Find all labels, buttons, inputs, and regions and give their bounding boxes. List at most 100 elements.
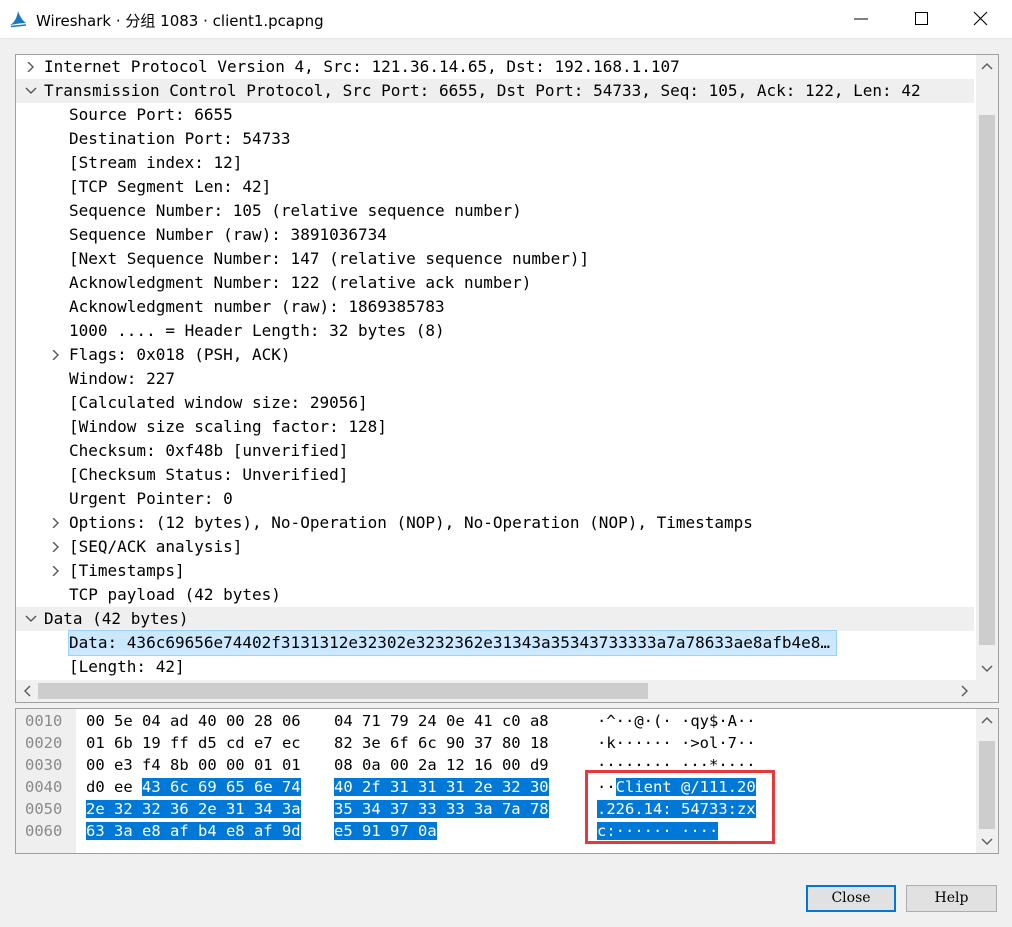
tree-row[interactable]: 1000 .... = Header Length: 32 bytes (8)	[16, 319, 974, 343]
tree-row-label: Acknowledgment Number: 122 (relative ack…	[69, 273, 532, 292]
tree-row[interactable]: [Timestamps]	[16, 559, 974, 583]
chevron-right-icon[interactable]	[49, 343, 63, 367]
tree-row-label: Window: 227	[69, 369, 175, 388]
hex-bytes-group-2[interactable]: 82 3e 6f 6c 90 37 80 18	[334, 732, 549, 754]
tree-row[interactable]: Transmission Control Protocol, Src Port:…	[16, 79, 974, 103]
packet-bytes-pane[interactable]: 0010 00 5e 04 ad 40 00 28 06 04 71 79 24 0…	[15, 708, 999, 854]
scroll-thumb[interactable]	[979, 115, 995, 645]
tree-row-label: Options: (12 bytes), No-Operation (NOP),…	[69, 513, 753, 532]
tree-row[interactable]: Flags: 0x018 (PSH, ACK)	[16, 343, 974, 367]
highlight-annotation-box	[585, 770, 775, 844]
chevron-down-icon[interactable]	[24, 607, 38, 631]
chevron-right-icon[interactable]	[24, 55, 38, 79]
tree-row-label: Data (42 bytes)	[44, 609, 189, 628]
tree-row-label: TCP payload (42 bytes)	[69, 585, 281, 604]
tree-row-label: [Checksum Status: Unverified]	[69, 465, 349, 484]
maximize-button[interactable]	[899, 0, 945, 38]
chevron-right-icon[interactable]	[49, 535, 63, 559]
tree-row[interactable]: [Length: 42]	[16, 655, 974, 679]
tree-row[interactable]: Acknowledgment number (raw): 1869385783	[16, 295, 974, 319]
tree-row[interactable]: Checksum: 0xf48b [unverified]	[16, 439, 974, 463]
wireshark-fin-icon	[8, 9, 28, 29]
byte-offset: 0040	[25, 778, 63, 796]
tree-row[interactable]: [SEQ/ACK analysis]	[16, 535, 974, 559]
maximize-icon	[915, 12, 928, 25]
minimize-icon	[854, 18, 868, 20]
hex-bytes-group-1[interactable]: 63 3a e8 af b4 e8 af 9d	[86, 820, 301, 842]
scroll-thumb[interactable]	[38, 683, 648, 699]
chevron-right-icon[interactable]	[49, 511, 63, 535]
scroll-right-arrow-icon	[961, 685, 969, 697]
tree-row-label: Source Port: 6655	[69, 105, 233, 124]
tree-row-label: Sequence Number: 105 (relative sequence …	[69, 201, 522, 220]
tree-row[interactable]: Window: 227	[16, 367, 974, 391]
tree-row-label: Urgent Pointer: 0	[69, 489, 233, 508]
chevron-right-icon[interactable]	[49, 559, 63, 583]
scroll-up-arrow-icon	[981, 62, 993, 70]
tree-row-label: [Timestamps]	[69, 561, 185, 580]
tree-row-label: 1000 .... = Header Length: 32 bytes (8)	[69, 321, 445, 340]
tree-row[interactable]: TCP payload (42 bytes)	[16, 583, 974, 607]
tree-row[interactable]: [Window size scaling factor: 128]	[16, 415, 974, 439]
bytes-vertical-scrollbar[interactable]	[976, 709, 998, 853]
tree-row[interactable]: [Stream index: 12]	[16, 151, 974, 175]
window-close-button[interactable]	[958, 0, 1004, 38]
hex-bytes-group-2[interactable]: 08 0a 00 2a 12 16 00 d9	[334, 754, 549, 776]
tree-row[interactable]: Destination Port: 54733	[16, 127, 974, 151]
tree-row[interactable]: [Calculated window size: 29056]	[16, 391, 974, 415]
title-bar: Wireshark · 分组 1083 · client1.pcapng	[0, 0, 1012, 39]
tree-row-label: Checksum: 0xf48b [unverified]	[69, 441, 349, 460]
tree-row[interactable]: [TCP Segment Len: 42]	[16, 175, 974, 199]
close-button[interactable]: Close	[806, 885, 896, 912]
tree-row[interactable]: Data (42 bytes)	[16, 607, 974, 631]
byte-offset: 0020	[25, 734, 63, 752]
hex-bytes-group-1[interactable]: d0 ee 43 6c 69 65 6e 74	[86, 776, 301, 798]
byte-offset: 0050	[25, 800, 63, 818]
scroll-left-arrow-icon	[23, 685, 31, 697]
hex-bytes-group-2[interactable]: e5 91 97 0a	[334, 820, 437, 842]
tree-vertical-scrollbar[interactable]	[976, 55, 998, 680]
tree-row[interactable]: [Next Sequence Number: 147 (relative seq…	[16, 247, 974, 271]
byte-offset: 0010	[25, 712, 63, 730]
tree-row-label: Flags: 0x018 (PSH, ACK)	[69, 345, 291, 364]
tree-row-label: [SEQ/ACK analysis]	[69, 537, 243, 556]
ascii-dump[interactable]: ·k······ ·>ol·7··	[597, 732, 756, 754]
tree-row[interactable]: Options: (12 bytes), No-Operation (NOP),…	[16, 511, 974, 535]
tree-row-label: Internet Protocol Version 4, Src: 121.36…	[44, 57, 680, 76]
tree-row-label: Acknowledgment number (raw): 1869385783	[69, 297, 445, 316]
byte-offset: 0030	[25, 756, 63, 774]
help-button[interactable]: Help	[906, 885, 997, 912]
tree-row-label: Data: 436c69656e74402f3131312e32302e3232…	[68, 630, 837, 656]
chevron-down-icon[interactable]	[24, 79, 38, 103]
tree-row[interactable]: Sequence Number: 105 (relative sequence …	[16, 199, 974, 223]
hex-bytes-group-2[interactable]: 35 34 37 33 33 3a 7a 78	[334, 798, 549, 820]
tree-row-label: [Length: 42]	[69, 657, 185, 676]
minimize-button[interactable]	[838, 0, 884, 38]
tree-row-label: Destination Port: 54733	[69, 129, 291, 148]
hex-bytes-group-1[interactable]: 2e 32 32 36 2e 31 34 3a	[86, 798, 301, 820]
hex-bytes-group-1[interactable]: 00 5e 04 ad 40 00 28 06	[86, 710, 301, 732]
scroll-up-arrow-icon	[981, 716, 993, 724]
close-icon	[973, 11, 988, 26]
tree-row[interactable]: Sequence Number (raw): 3891036734	[16, 223, 974, 247]
hex-bytes-group-1[interactable]: 01 6b 19 ff d5 cd e7 ec	[86, 732, 301, 754]
byte-offset: 0060	[25, 822, 63, 840]
packet-details-tree[interactable]: Internet Protocol Version 4, Src: 121.36…	[15, 54, 999, 703]
tree-row-label: [Window size scaling factor: 128]	[69, 417, 387, 436]
tree-row[interactable]: Internet Protocol Version 4, Src: 121.36…	[16, 55, 974, 79]
hex-bytes-group-2[interactable]: 40 2f 31 31 31 2e 32 30	[334, 776, 549, 798]
scroll-down-arrow-icon	[981, 838, 993, 846]
tree-row-label: [TCP Segment Len: 42]	[69, 177, 272, 196]
tree-horizontal-scrollbar[interactable]	[16, 680, 998, 702]
tree-row[interactable]: Urgent Pointer: 0	[16, 487, 974, 511]
tree-row-label: [Stream index: 12]	[69, 153, 243, 172]
scroll-thumb[interactable]	[979, 741, 995, 829]
window-title: Wireshark · 分组 1083 · client1.pcapng	[36, 12, 324, 30]
tree-row[interactable]: Acknowledgment Number: 122 (relative ack…	[16, 271, 974, 295]
ascii-dump[interactable]: ·^··@·(· ·qy$·A··	[597, 710, 756, 732]
tree-row[interactable]: Source Port: 6655	[16, 103, 974, 127]
tree-row[interactable]: Data: 436c69656e74402f3131312e32302e3232…	[16, 630, 974, 656]
tree-row[interactable]: [Checksum Status: Unverified]	[16, 463, 974, 487]
hex-bytes-group-1[interactable]: 00 e3 f4 8b 00 00 01 01	[86, 754, 301, 776]
hex-bytes-group-2[interactable]: 04 71 79 24 0e 41 c0 a8	[334, 710, 549, 732]
